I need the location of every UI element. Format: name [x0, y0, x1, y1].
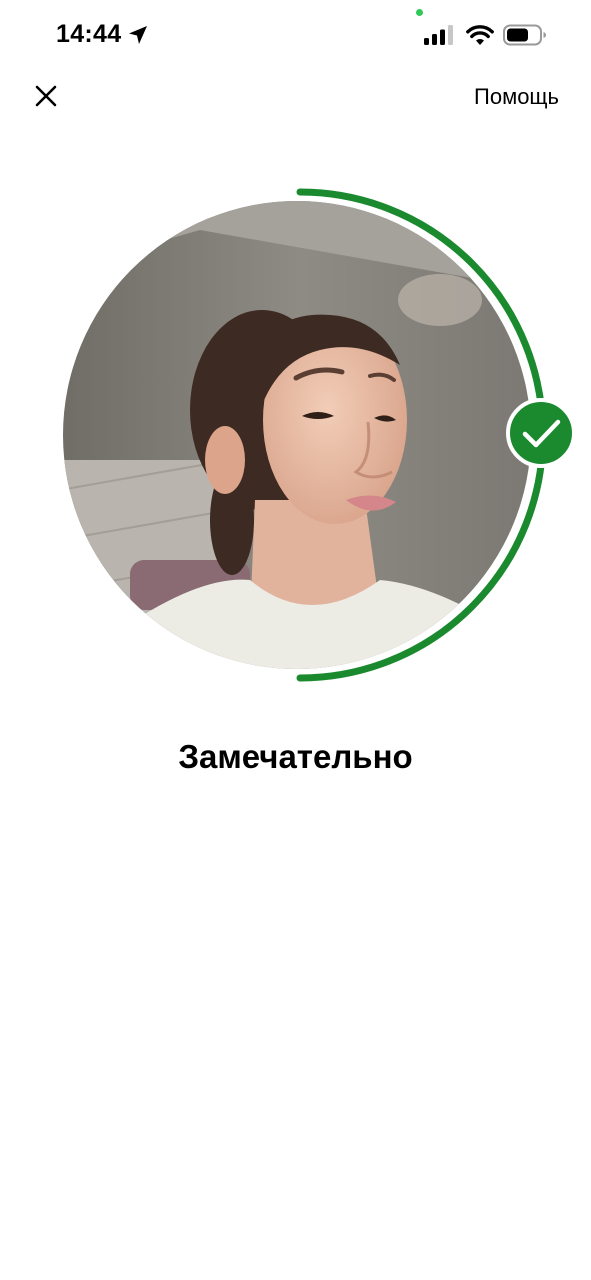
face-capture-graphic	[63, 188, 576, 682]
signal-icon	[424, 25, 453, 45]
privacy-indicator-dot	[416, 9, 423, 16]
location-arrow-icon	[129, 26, 147, 44]
result-title: Замечательно	[178, 738, 413, 775]
success-badge	[506, 398, 576, 468]
face-capture-frame	[0, 160, 591, 720]
status-time: 14:44	[56, 20, 122, 48]
status-bar: 14:44	[0, 0, 591, 64]
battery-icon	[503, 24, 546, 46]
wifi-icon	[466, 25, 494, 45]
close-icon	[35, 85, 57, 107]
face-verification-screen: 14:44 Помощь Замечательно	[0, 0, 591, 1280]
selfie-photo	[63, 201, 531, 669]
help-link[interactable]: Помощь	[474, 84, 559, 110]
close-button[interactable]	[26, 76, 66, 116]
